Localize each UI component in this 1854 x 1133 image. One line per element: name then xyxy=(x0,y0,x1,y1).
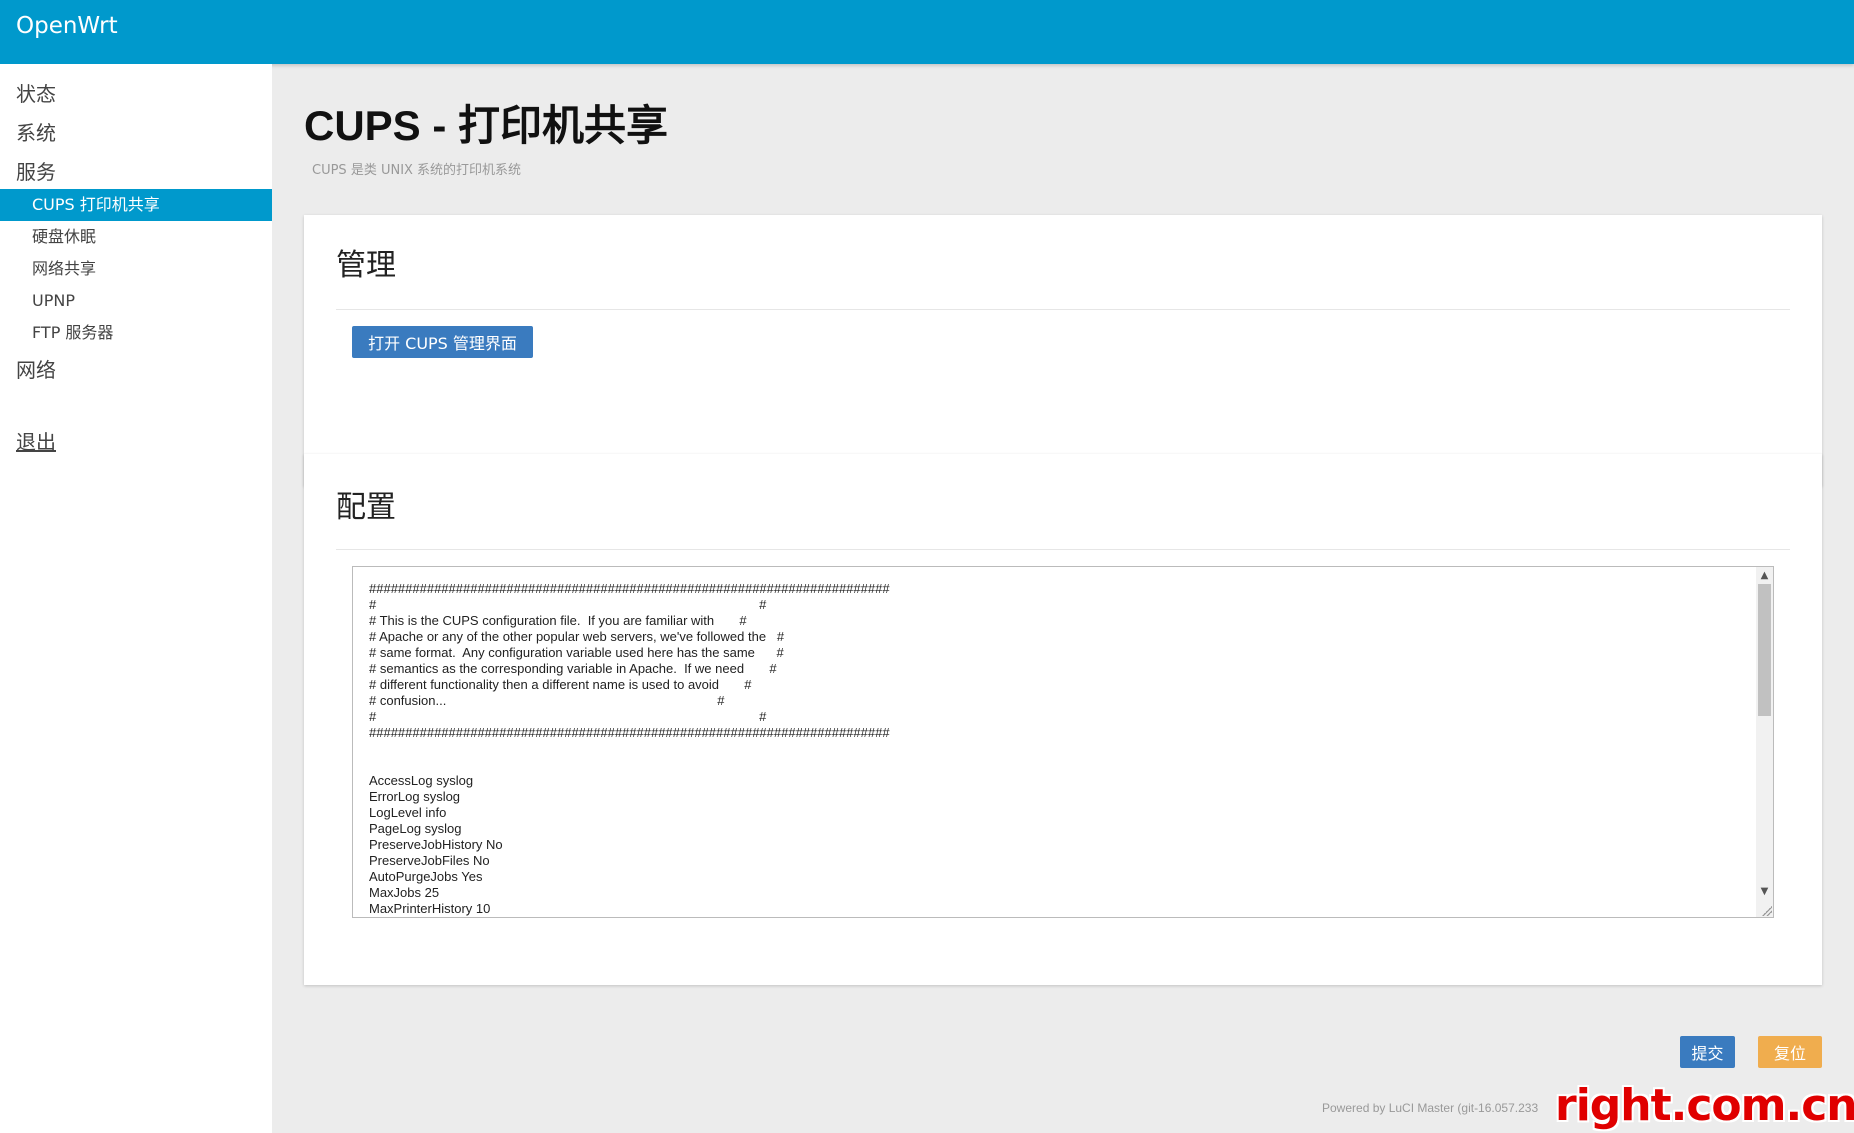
nav-item-hd-idle[interactable]: 硬盘休眠 xyxy=(0,221,272,253)
nav-status[interactable]: 状态 xyxy=(16,78,56,107)
top-bar: OpenWrt xyxy=(0,0,1854,64)
textarea-scrollbar[interactable]: ▲ ▼ xyxy=(1756,567,1773,917)
manage-panel: 管理 打开 CUPS 管理界面 xyxy=(304,215,1822,486)
page-title: CUPS - 打印机共享 xyxy=(304,102,669,149)
config-text[interactable]: ########################################… xyxy=(369,581,1739,917)
scroll-down-icon[interactable]: ▼ xyxy=(1756,883,1773,900)
nav-item-upnp[interactable]: UPNP xyxy=(0,285,272,317)
config-divider xyxy=(336,549,1790,550)
nav-system[interactable]: 系统 xyxy=(16,117,56,146)
config-panel-title: 配置 xyxy=(336,490,396,525)
submit-button[interactable]: 提交 xyxy=(1680,1036,1735,1068)
nav-item-cups[interactable]: CUPS 打印机共享 xyxy=(0,189,272,221)
manage-divider xyxy=(336,309,1790,310)
resize-grip-icon[interactable] xyxy=(1762,906,1772,916)
reset-button[interactable]: 复位 xyxy=(1758,1036,1822,1068)
config-panel: 配置 #####################################… xyxy=(304,454,1822,985)
open-cups-admin-button[interactable]: 打开 CUPS 管理界面 xyxy=(352,326,533,358)
manage-panel-title: 管理 xyxy=(336,248,396,283)
nav-services[interactable]: 服务 xyxy=(16,156,56,185)
nav-item-network-share[interactable]: 网络共享 xyxy=(0,253,272,285)
main-content: CUPS - 打印机共享 CUPS 是类 UNIX 系统的打印机系统 管理 打开… xyxy=(272,64,1854,1133)
page-description: CUPS 是类 UNIX 系统的打印机系统 xyxy=(312,163,522,178)
brand-logo[interactable]: OpenWrt xyxy=(16,13,118,39)
footer-powered-by: Powered by LuCI Master (git-16.057.233 xyxy=(1322,1101,1539,1115)
nav-network[interactable]: 网络 xyxy=(16,354,56,383)
watermark: right.com.cn xyxy=(1555,1080,1854,1131)
nav-logout[interactable]: 退出 xyxy=(16,426,56,455)
scroll-thumb[interactable] xyxy=(1758,584,1771,716)
sidebar: 状态 系统 服务 CUPS 打印机共享 硬盘休眠 网络共享 UPNP FTP 服… xyxy=(0,64,272,1133)
nav-item-ftp-server[interactable]: FTP 服务器 xyxy=(0,317,272,349)
scroll-up-icon[interactable]: ▲ xyxy=(1756,567,1773,584)
config-textarea[interactable]: ########################################… xyxy=(352,566,1774,918)
